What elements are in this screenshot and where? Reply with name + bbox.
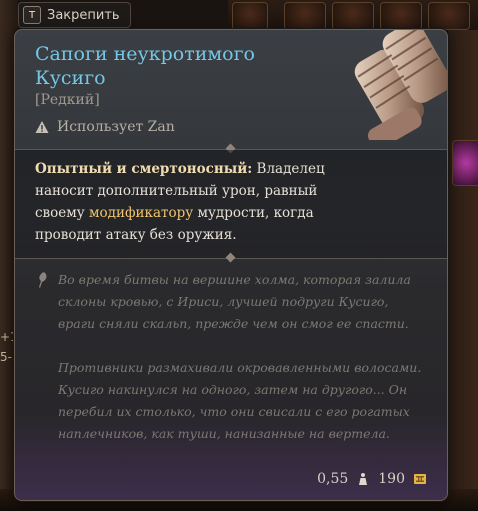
weight-icon bbox=[359, 473, 368, 485]
inventory-slot[interactable] bbox=[284, 2, 326, 30]
inventory-slot[interactable] bbox=[380, 2, 422, 30]
pin-button[interactable]: T Закрепить bbox=[18, 2, 131, 28]
gold-value: 190 bbox=[378, 471, 405, 487]
right-panel-edge bbox=[448, 30, 478, 511]
passive-description: Опытный и смертоносный: Владелец наносит… bbox=[35, 158, 325, 246]
user-note-text: Использует Zan bbox=[57, 119, 175, 135]
weight-value: 0,55 bbox=[317, 471, 349, 487]
quill-icon bbox=[39, 272, 47, 288]
warning-triangle-icon bbox=[35, 121, 49, 133]
item-rarity: [Редкий] bbox=[35, 92, 100, 108]
inventory-slot[interactable] bbox=[232, 2, 268, 30]
item-title: Сапоги неукротимого Кусиго bbox=[35, 43, 255, 89]
inventory-slot[interactable] bbox=[332, 2, 374, 30]
pin-label: Закрепить bbox=[47, 7, 120, 23]
inventory-slot[interactable] bbox=[428, 2, 470, 30]
item-user-note: Использует Zan bbox=[35, 119, 175, 135]
boots-item-icon bbox=[354, 30, 447, 140]
item-tooltip: Сапоги неукротимого Кусиго [Редкий] Испо… bbox=[14, 29, 448, 501]
lore-text: Во время битвы на вершине холма, которая… bbox=[58, 269, 428, 467]
passive-name: Опытный и смертоносный: bbox=[35, 161, 253, 177]
passive-highlight[interactable]: модификатору bbox=[89, 205, 193, 221]
item-footer: 0,55 190 bbox=[317, 471, 427, 487]
inventory-slot[interactable] bbox=[452, 140, 478, 186]
gold-coin-icon bbox=[414, 474, 426, 484]
lore-paragraph: Противники размахивали окровавленными во… bbox=[58, 360, 422, 441]
pin-hotkey: T bbox=[23, 6, 41, 24]
lore-paragraph: Во время битвы на вершине холма, которая… bbox=[58, 272, 411, 331]
